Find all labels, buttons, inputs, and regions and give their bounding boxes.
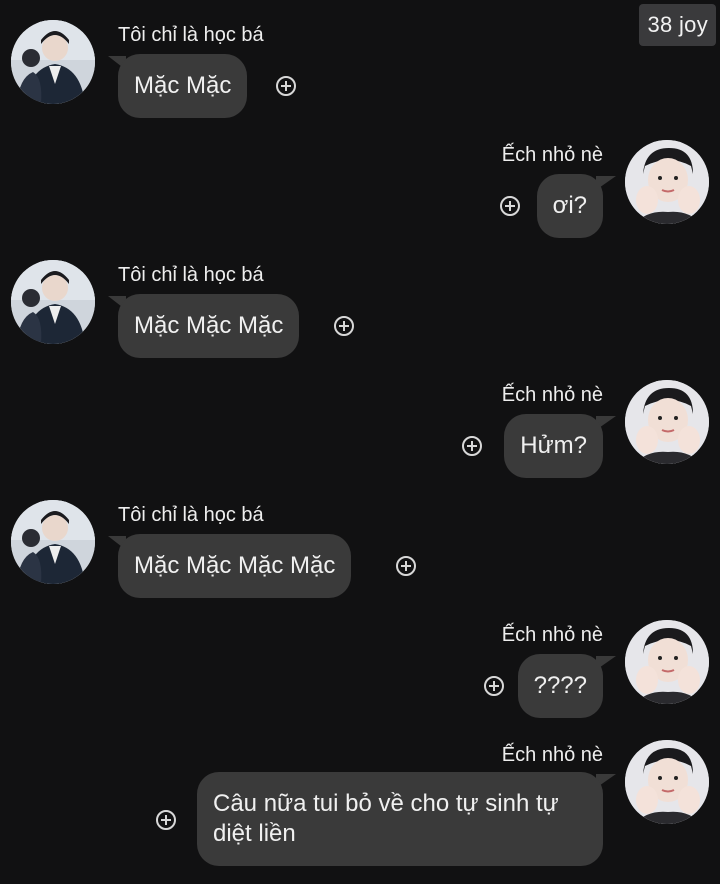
- avatar-image: [11, 260, 95, 344]
- add-reaction-icon[interactable]: [484, 676, 504, 696]
- avatar-image: [625, 140, 709, 224]
- add-reaction-icon[interactable]: [396, 556, 416, 576]
- add-reaction-icon[interactable]: [156, 810, 176, 830]
- message-bubble[interactable]: Mặc Mặc Mặc Mặc: [118, 534, 352, 598]
- sender-name: Tôi chỉ là học bá: [118, 24, 264, 46]
- message-row: Ếch nhỏ nè Câu nữa tui bỏ về cho tự sinh…: [0, 740, 720, 880]
- avatar-image: [11, 20, 95, 104]
- sender-name: Tôi chỉ là học bá: [118, 264, 264, 286]
- sender-name: Ếch nhỏ nè: [501, 384, 603, 406]
- message-bubble[interactable]: ????: [517, 654, 603, 718]
- add-reaction-icon[interactable]: [462, 436, 482, 456]
- avatar[interactable]: [625, 620, 709, 704]
- avatar[interactable]: [625, 140, 709, 224]
- avatar[interactable]: [625, 740, 709, 824]
- avatar[interactable]: [11, 260, 95, 344]
- avatar[interactable]: [11, 500, 95, 584]
- message-row: Ếch nhỏ nè ơi?: [0, 140, 720, 240]
- add-reaction-icon[interactable]: [334, 316, 354, 336]
- add-reaction-icon[interactable]: [276, 76, 296, 96]
- message-bubble[interactable]: ơi?: [536, 174, 603, 238]
- message-row: Tôi chỉ là học bá Mặc Mặc Mặc: [0, 260, 720, 360]
- sender-name: Tôi chỉ là học bá: [118, 504, 264, 526]
- message-row: Ếch nhỏ nè Hửm?: [0, 380, 720, 480]
- avatar-image: [11, 500, 95, 584]
- message-bubble[interactable]: Mặc Mặc Mặc: [118, 294, 300, 358]
- avatar-image: [625, 740, 709, 824]
- avatar[interactable]: [625, 380, 709, 464]
- add-reaction-icon[interactable]: [500, 196, 520, 216]
- message-bubble[interactable]: Mặc Mặc: [118, 54, 248, 118]
- message-row: Ếch nhỏ nè ????: [0, 620, 720, 720]
- sender-name: Ếch nhỏ nè: [501, 744, 603, 766]
- message-bubble[interactable]: Hửm?: [504, 414, 603, 478]
- avatar-image: [625, 620, 709, 704]
- message-row: Tôi chỉ là học bá Mặc Mặc Mặc Mặc: [0, 500, 720, 600]
- avatar-image: [625, 380, 709, 464]
- sender-name: Ếch nhỏ nè: [501, 144, 603, 166]
- message-row: Tôi chỉ là học bá Mặc Mặc: [0, 20, 720, 120]
- message-bubble[interactable]: Câu nữa tui bỏ về cho tự sinh tự diệt li…: [197, 772, 603, 866]
- avatar[interactable]: [11, 20, 95, 104]
- sender-name: Ếch nhỏ nè: [501, 624, 603, 646]
